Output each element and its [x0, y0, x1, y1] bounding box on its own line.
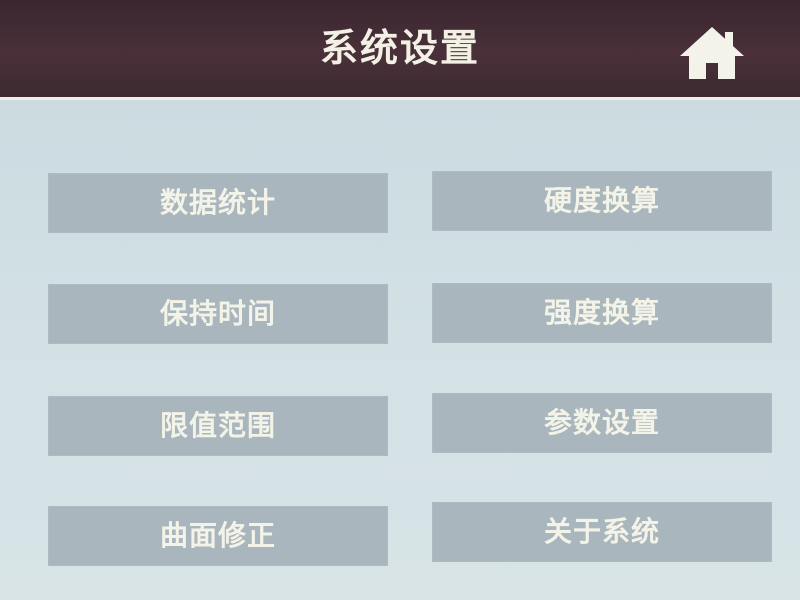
limit-range-button-label: 限值范围	[159, 409, 276, 442]
parameter-settings-button[interactable]: 参数设置	[432, 393, 772, 453]
title-bar: 系统设置	[0, 0, 800, 100]
parameter-settings-button-label: 参数设置	[543, 406, 660, 439]
about-system-button[interactable]: 关于系统	[432, 502, 772, 562]
home-button[interactable]	[678, 24, 746, 82]
strength-conversion-button-label: 强度换算	[543, 296, 660, 329]
screen: 系统设置 数据统计 硬度换算 保持时间 强度换算 限值范围 参数设置 曲面修正 …	[0, 0, 800, 600]
hold-time-button[interactable]: 保持时间	[48, 284, 388, 344]
stats-button-label: 数据统计	[159, 186, 276, 219]
hardness-conversion-button[interactable]: 硬度换算	[432, 171, 772, 231]
home-icon	[680, 27, 744, 79]
strength-conversion-button[interactable]: 强度换算	[432, 283, 772, 343]
surface-correction-button-label: 曲面修正	[159, 519, 276, 552]
hardness-conversion-button-label: 硬度换算	[543, 184, 660, 217]
about-system-button-label: 关于系统	[543, 515, 660, 548]
hold-time-button-label: 保持时间	[159, 297, 276, 330]
surface-correction-button[interactable]: 曲面修正	[48, 506, 388, 566]
limit-range-button[interactable]: 限值范围	[48, 396, 388, 456]
stats-button[interactable]: 数据统计	[48, 173, 388, 233]
